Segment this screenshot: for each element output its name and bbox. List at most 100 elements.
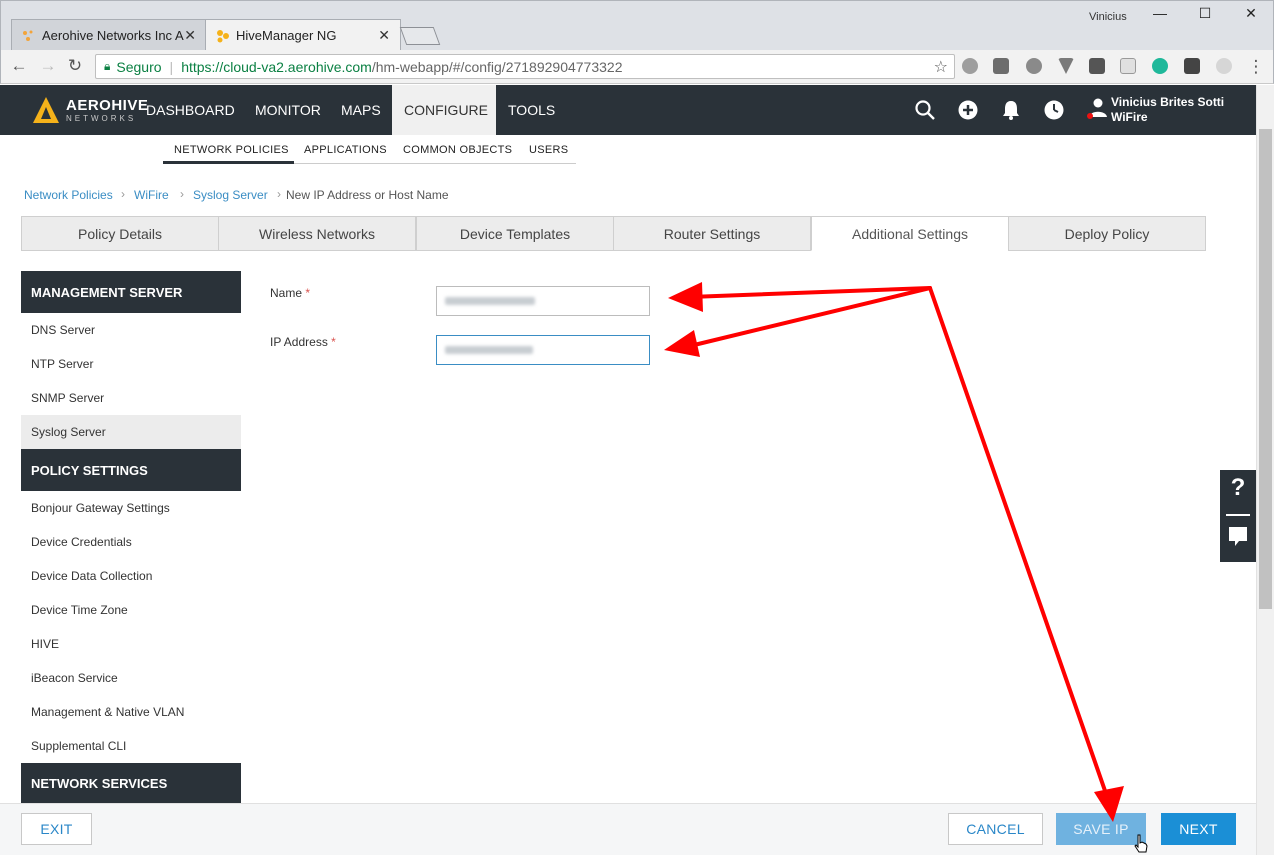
- search-icon[interactable]: [914, 99, 936, 121]
- ip-address-field-label: IP Address *: [270, 335, 336, 349]
- app-header: AEROHIVE NETWORKS DASHBOARD MONITOR MAPS…: [0, 85, 1256, 135]
- scrollbar-thumb[interactable]: [1259, 129, 1272, 609]
- exit-button[interactable]: EXIT: [21, 813, 92, 845]
- tab-device-templates[interactable]: Device Templates: [416, 216, 614, 251]
- sidebar-item-bonjour-gateway[interactable]: Bonjour Gateway Settings: [21, 491, 241, 525]
- browser-tab-aerohive[interactable]: Aerohive Networks Inc A ✕: [11, 19, 207, 51]
- sidebar-item-ntp-server[interactable]: NTP Server: [21, 347, 241, 381]
- sidebar-item-ibeacon-service[interactable]: iBeacon Service: [21, 661, 241, 695]
- breadcrumb-syslog-server[interactable]: Syslog Server: [193, 188, 268, 202]
- add-icon[interactable]: [957, 99, 979, 121]
- sidebar-item-snmp-server[interactable]: SNMP Server: [21, 381, 241, 415]
- tab-additional-settings[interactable]: Additional Settings: [811, 216, 1009, 251]
- sidebar-section-policy-settings: POLICY SETTINGS: [21, 449, 241, 491]
- nav-monitor[interactable]: MONITOR: [243, 85, 333, 135]
- breadcrumb-chevron-icon: ›: [121, 187, 125, 201]
- sidebar-item-supplemental-cli[interactable]: Supplemental CLI: [21, 729, 241, 763]
- new-tab-button[interactable]: [399, 27, 441, 45]
- help-question-icon[interactable]: ?: [1220, 474, 1256, 502]
- breadcrumb-current: New IP Address or Host Name: [286, 188, 449, 202]
- sidebar-item-device-credentials[interactable]: Device Credentials: [21, 525, 241, 559]
- extension-page-icon[interactable]: [1120, 58, 1136, 74]
- user-name[interactable]: Vinicius Brites Sotti: [1111, 95, 1224, 109]
- hand-cursor-icon: [1134, 834, 1148, 853]
- cancel-button[interactable]: CANCEL: [948, 813, 1043, 845]
- tab-wireless-networks[interactable]: Wireless Networks: [218, 216, 416, 251]
- tab-title: HiveManager NG: [236, 28, 337, 43]
- name-input[interactable]: [436, 286, 650, 316]
- nav-tools[interactable]: TOOLS: [496, 85, 567, 135]
- breadcrumb-network-policies[interactable]: Network Policies: [24, 188, 113, 202]
- name-label-text: Name: [270, 286, 303, 300]
- browser-toolbar: ← → ↻ 🔒︎ Seguro | https://cloud-va2.aero…: [0, 50, 1274, 84]
- back-arrow-icon[interactable]: ←: [9, 56, 29, 76]
- url-bar[interactable]: 🔒︎ Seguro | https://cloud-va2.aerohive.c…: [95, 54, 955, 79]
- url-path: /hm-webapp/#/config/271892904773322: [371, 58, 623, 75]
- window-user-label: Vinicius: [1089, 11, 1127, 23]
- sidebar-item-device-time-zone[interactable]: Device Time Zone: [21, 593, 241, 627]
- help-widget: ?: [1220, 470, 1256, 562]
- nav-configure[interactable]: CONFIGURE: [392, 85, 496, 135]
- aerohive-logo-icon: [33, 97, 59, 123]
- help-divider: [1226, 514, 1250, 516]
- extension-circle-icon[interactable]: [1216, 58, 1232, 74]
- bookmark-star-icon[interactable]: ☆: [934, 57, 948, 77]
- sidebar-item-dns-server[interactable]: DNS Server: [21, 313, 241, 347]
- subnav-applications[interactable]: APPLICATIONS: [304, 144, 387, 156]
- notifications-bell-icon[interactable]: [1000, 99, 1022, 121]
- clock-icon[interactable]: [1043, 99, 1065, 121]
- sidebar-item-syslog-server[interactable]: Syslog Server: [21, 415, 241, 449]
- url-separator: |: [169, 58, 174, 75]
- url-host: https://cloud-va2.aerohive.com: [181, 58, 372, 75]
- nav-maps[interactable]: MAPS: [329, 85, 393, 135]
- breadcrumb-chevron-icon: ›: [277, 187, 281, 201]
- user-avatar-icon[interactable]: [1086, 97, 1108, 119]
- aerohive-favicon-icon: [23, 30, 33, 41]
- hivemanager-favicon-icon: [217, 30, 229, 43]
- breadcrumb-wifire[interactable]: WiFire: [134, 188, 169, 202]
- subnav-common-objects[interactable]: COMMON OBJECTS: [403, 144, 512, 156]
- next-button[interactable]: NEXT: [1161, 813, 1236, 845]
- ip-label-text: IP Address: [270, 335, 328, 349]
- sidebar-item-management-native-vlan[interactable]: Management & Native VLAN: [21, 695, 241, 729]
- maximize-button[interactable]: ☐: [1190, 5, 1220, 22]
- nav-dashboard[interactable]: DASHBOARD: [134, 85, 247, 135]
- tab-deploy-policy[interactable]: Deploy Policy: [1008, 216, 1206, 251]
- extension-mail-icon[interactable]: [993, 58, 1009, 74]
- tab-router-settings[interactable]: Router Settings: [613, 216, 811, 251]
- browser-menu-icon[interactable]: ⋮: [1246, 57, 1266, 77]
- minimize-button[interactable]: —: [1145, 5, 1175, 21]
- arrow-to-name-line: [688, 286, 932, 299]
- arrow-to-ip-line: [688, 286, 932, 348]
- sidebar-item-device-data-collection[interactable]: Device Data Collection: [21, 559, 241, 593]
- tab-close-icon[interactable]: ✕: [184, 27, 196, 44]
- browser-tab-hivemanager[interactable]: HiveManager NG ✕: [205, 19, 401, 51]
- extension-check-icon[interactable]: [1026, 58, 1042, 74]
- tab-policy-details[interactable]: Policy Details: [21, 216, 219, 251]
- arrow-head-name: [668, 282, 703, 312]
- user-organization[interactable]: WiFire: [1111, 110, 1148, 124]
- extension-pocket-icon[interactable]: [1089, 58, 1105, 74]
- extension-icon[interactable]: [962, 58, 978, 74]
- sidebar-section-network-services: NETWORK SERVICES: [21, 763, 241, 803]
- page-scrollbar[interactable]: [1256, 85, 1274, 855]
- lock-icon: 🔒︎: [104, 59, 111, 73]
- close-window-button[interactable]: ✕: [1236, 5, 1266, 22]
- logo-subtitle: NETWORKS: [66, 114, 137, 123]
- secure-label: Seguro: [116, 58, 162, 75]
- extension-plug-icon[interactable]: [1184, 58, 1200, 74]
- sidebar-item-hive[interactable]: HIVE: [21, 627, 241, 661]
- chat-bubble-icon[interactable]: [1228, 526, 1248, 548]
- redacted-value: [445, 297, 535, 305]
- ip-address-input[interactable]: [436, 335, 650, 365]
- browser-titlebar: Aerohive Networks Inc A ✕ HiveManager NG…: [0, 0, 1274, 51]
- required-marker: *: [305, 286, 311, 300]
- subnav-users[interactable]: USERS: [529, 144, 568, 156]
- extension-m-icon[interactable]: [1152, 58, 1168, 74]
- forward-arrow-icon[interactable]: →: [38, 56, 58, 76]
- tab-title: Aerohive Networks Inc A: [42, 28, 184, 43]
- subnav-network-policies[interactable]: NETWORK POLICIES: [174, 144, 289, 156]
- subnav-active-indicator: [163, 161, 294, 164]
- tab-close-icon[interactable]: ✕: [378, 27, 390, 44]
- reload-icon[interactable]: ↻: [65, 56, 85, 76]
